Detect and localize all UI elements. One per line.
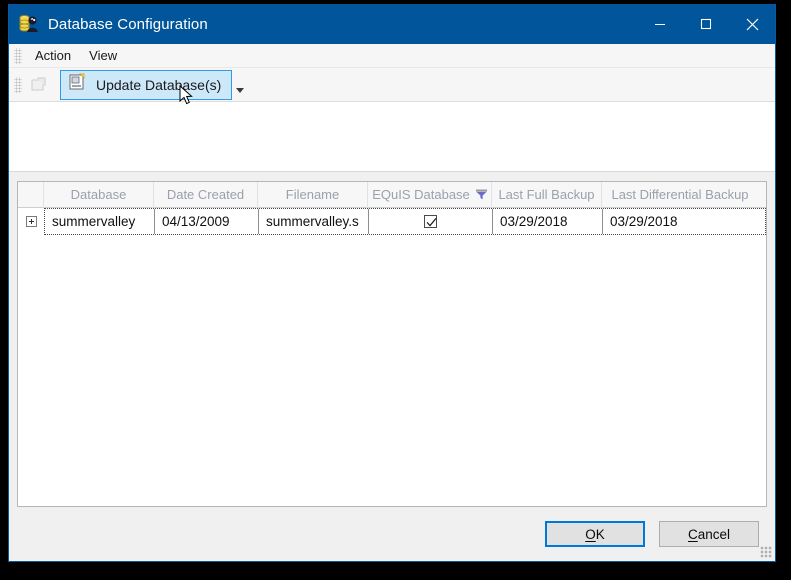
filter-funnel-icon[interactable] (475, 189, 487, 200)
database-configuration-window: Database Configuration Action View Updat… (8, 4, 776, 562)
grid-header-last-differential-backup[interactable]: Last Differential Backup (602, 182, 758, 208)
database-person-icon (17, 13, 39, 35)
table-row[interactable]: summervalley 04/13/2009 summervalley.s 0… (18, 208, 766, 235)
update-databases-label: Update Database(s) (96, 76, 222, 93)
dialog-footer: OK Cancel (9, 507, 775, 561)
window-controls (637, 4, 775, 44)
menu-gripper[interactable] (14, 47, 22, 64)
cell-date-created[interactable]: 04/13/2009 (155, 209, 259, 234)
menu-item-view[interactable]: View (80, 46, 126, 65)
cell-last-full-backup[interactable]: 03/29/2018 (493, 209, 603, 234)
menu-bar: Action View (9, 44, 775, 68)
checked-checkbox-icon[interactable] (424, 215, 437, 228)
toolbar: Update Database(s) (9, 68, 775, 102)
title-bar[interactable]: Database Configuration (9, 4, 775, 44)
open-folder-icon (28, 73, 52, 97)
menu-item-action[interactable]: Action (26, 46, 80, 65)
grid-header-indicator (18, 181, 44, 208)
toolbar-gripper[interactable] (14, 76, 22, 93)
cell-database[interactable]: summervalley (45, 209, 155, 234)
row-indicator (18, 208, 44, 235)
cell-equis-database[interactable] (369, 209, 493, 234)
chevron-down-icon[interactable] (232, 70, 248, 100)
resize-grip-icon[interactable] (760, 546, 772, 558)
close-icon[interactable] (729, 4, 775, 44)
grid-header-database[interactable]: Database (44, 181, 154, 208)
cell-filename[interactable]: summervalley.s (259, 209, 369, 234)
window-title: Database Configuration (48, 15, 208, 33)
grid-header-date-created[interactable]: Date Created (154, 181, 258, 208)
grid-header-row: Database Date Created Filename EQuIS Dat… (18, 181, 766, 208)
content-panel (9, 102, 775, 172)
expand-row-icon[interactable] (25, 216, 37, 227)
cancel-button[interactable]: Cancel (659, 521, 759, 547)
grid-header-equis-database[interactable]: EQuIS Database (368, 181, 492, 208)
minimize-icon[interactable] (637, 4, 683, 44)
row-cells: summervalley 04/13/2009 summervalley.s 0… (44, 208, 766, 235)
grid-area: Database Date Created Filename EQuIS Dat… (9, 172, 775, 507)
update-databases-button[interactable]: Update Database(s) (60, 69, 233, 100)
databases-grid: Database Date Created Filename EQuIS Dat… (17, 181, 767, 507)
grid-header-filename[interactable]: Filename (258, 181, 368, 208)
grid-header-last-full-backup[interactable]: Last Full Backup (492, 181, 602, 208)
update-database-icon (67, 72, 87, 97)
cell-last-differential-backup[interactable]: 03/29/2018 (603, 209, 758, 234)
grid-header-equis-database-label: EQuIS Database (372, 187, 470, 202)
maximize-icon[interactable] (683, 4, 729, 44)
ok-button[interactable]: OK (545, 521, 645, 547)
